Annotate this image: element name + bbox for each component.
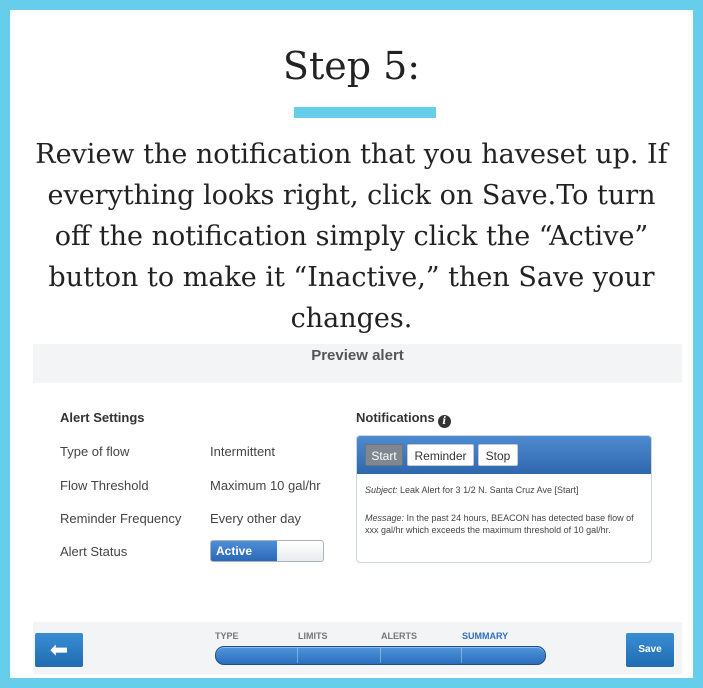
message-text: In the past 24 hours, BEACON has detecte… xyxy=(365,513,634,535)
alert-status-toggle[interactable]: Active xyxy=(210,540,324,562)
tab-stop[interactable]: Stop xyxy=(478,444,518,466)
alert-status-label: Alert Status xyxy=(60,544,128,559)
type-of-flow-label: Type of flow xyxy=(60,444,130,459)
progress-divider xyxy=(380,648,381,663)
alert-app-screenshot: Preview alert Alert Settings Type of flo… xyxy=(33,344,682,674)
notifications-title-text: Notifications xyxy=(356,410,435,425)
subject-label: Subject: xyxy=(365,485,398,495)
alert-settings-title: Alert Settings xyxy=(60,410,145,425)
tab-reminder[interactable]: Reminder xyxy=(407,444,474,466)
notification-subject: Subject: Leak Alert for 3 1/2 N. Santa C… xyxy=(365,485,645,495)
step-summary-label: SUMMARY xyxy=(462,631,509,641)
flow-threshold-label: Flow Threshold xyxy=(60,478,149,493)
wizard-footer: ⬅ TYPE LIMITS ALERTS SUMMARY Save xyxy=(33,622,682,674)
message-label: Message: xyxy=(365,513,405,523)
info-icon[interactable]: i xyxy=(437,415,451,428)
reminder-frequency-value: Every other day xyxy=(210,511,302,526)
notification-tabs: Start Reminder Stop xyxy=(357,436,651,474)
subject-text: Leak Alert for 3 1/2 N. Santa Cruz Ave [… xyxy=(397,485,579,495)
step-title: Step 5: xyxy=(282,44,421,88)
flow-threshold-value: Maximum 10 gal/hr xyxy=(210,478,321,493)
step-alerts-label: ALERTS xyxy=(381,631,417,641)
title-underline xyxy=(294,107,436,118)
step-limits-label: LIMITS xyxy=(298,631,328,641)
back-button[interactable]: ⬅ xyxy=(35,633,83,667)
reminder-frequency-label: Reminder Frequency xyxy=(60,511,182,526)
instructions-text: Review the notification that you haveset… xyxy=(35,139,668,334)
notifications-title: Notifications i xyxy=(356,410,451,428)
notification-preview-box: Start Reminder Stop Subject: Leak Alert … xyxy=(356,435,652,563)
arrow-left-icon: ⬅ xyxy=(49,637,69,662)
tab-start[interactable]: Start xyxy=(365,444,403,466)
notification-message: Message: In the past 24 hours, BEACON ha… xyxy=(365,512,645,536)
progress-divider xyxy=(461,648,462,663)
save-button[interactable]: Save xyxy=(626,633,674,667)
preview-header: Preview alert xyxy=(33,344,682,383)
step-type-label: TYPE xyxy=(215,631,239,641)
progress-divider xyxy=(297,648,298,663)
toggle-active-label: Active xyxy=(211,541,277,561)
type-of-flow-value: Intermittent xyxy=(210,444,276,459)
